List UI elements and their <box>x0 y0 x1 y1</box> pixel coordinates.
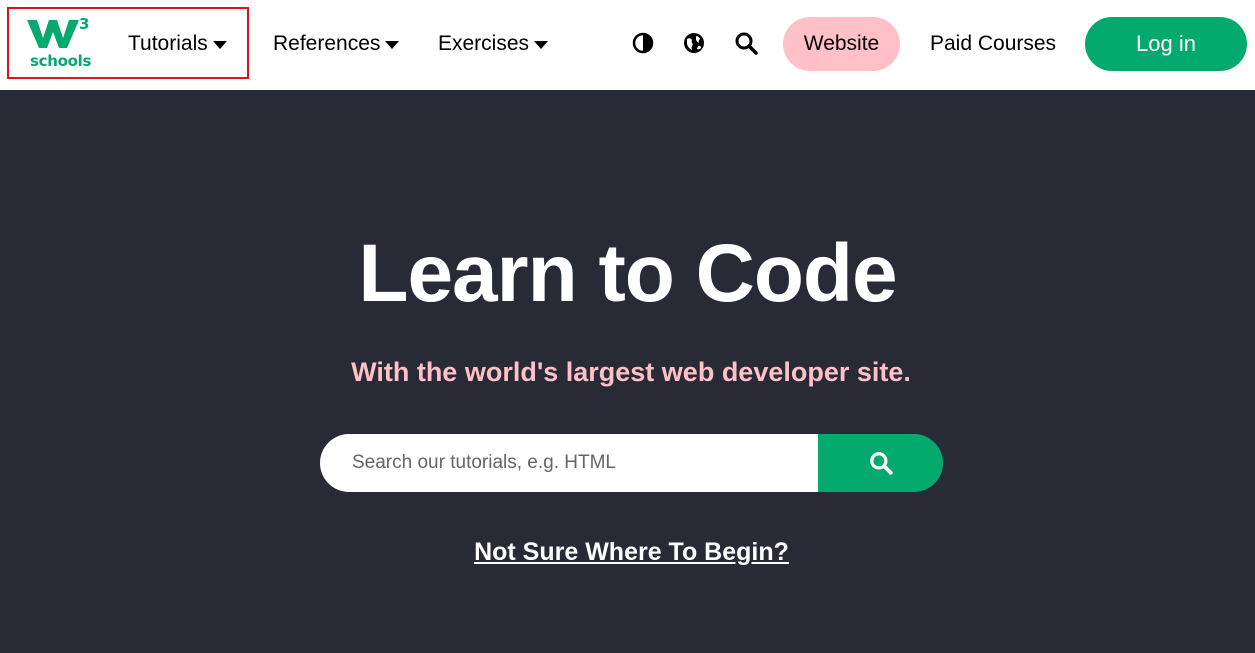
language-button[interactable] <box>680 28 708 58</box>
contrast-toggle-button[interactable] <box>629 28 657 58</box>
tutorials-menu[interactable]: Tutorials <box>128 28 227 60</box>
globe-icon <box>684 33 704 53</box>
tutorial-search-button[interactable] <box>818 434 943 492</box>
search-icon <box>869 452 893 475</box>
exercises-menu[interactable]: Exercises <box>438 28 549 60</box>
caret-down-icon <box>534 41 549 49</box>
paid-courses-link[interactable]: Paid Courses <box>930 28 1056 60</box>
caret-down-icon <box>212 41 227 49</box>
hero-title: Learn to Code <box>358 228 897 319</box>
tutorial-search-input[interactable] <box>320 434 818 492</box>
not-sure-where-to-begin-link[interactable]: Not Sure Where To Begin? <box>0 535 1255 569</box>
caret-down-icon <box>385 41 400 49</box>
tutorials-menu-label: Tutorials <box>128 32 208 55</box>
website-button[interactable]: Website <box>783 17 900 71</box>
search-icon <box>735 32 758 55</box>
hero-subtitle: With the world's largest web developer s… <box>351 357 911 387</box>
logo-text: schools <box>30 52 92 70</box>
exercises-menu-label: Exercises <box>438 32 530 55</box>
references-menu[interactable]: References <box>273 28 400 60</box>
contrast-icon <box>632 32 654 54</box>
references-menu-label: References <box>273 32 381 55</box>
svg-text:3: 3 <box>79 15 89 33</box>
tutorial-search-bar <box>320 434 943 492</box>
login-button[interactable]: Log in <box>1085 17 1247 71</box>
w3-logo-mark-icon: 3 <box>27 15 89 48</box>
w3schools-logo[interactable]: 3 schools <box>27 14 93 72</box>
search-toggle-button[interactable] <box>732 28 760 58</box>
top-navigation-bar: 3 schools Tutorials References Exercises <box>0 0 1255 90</box>
